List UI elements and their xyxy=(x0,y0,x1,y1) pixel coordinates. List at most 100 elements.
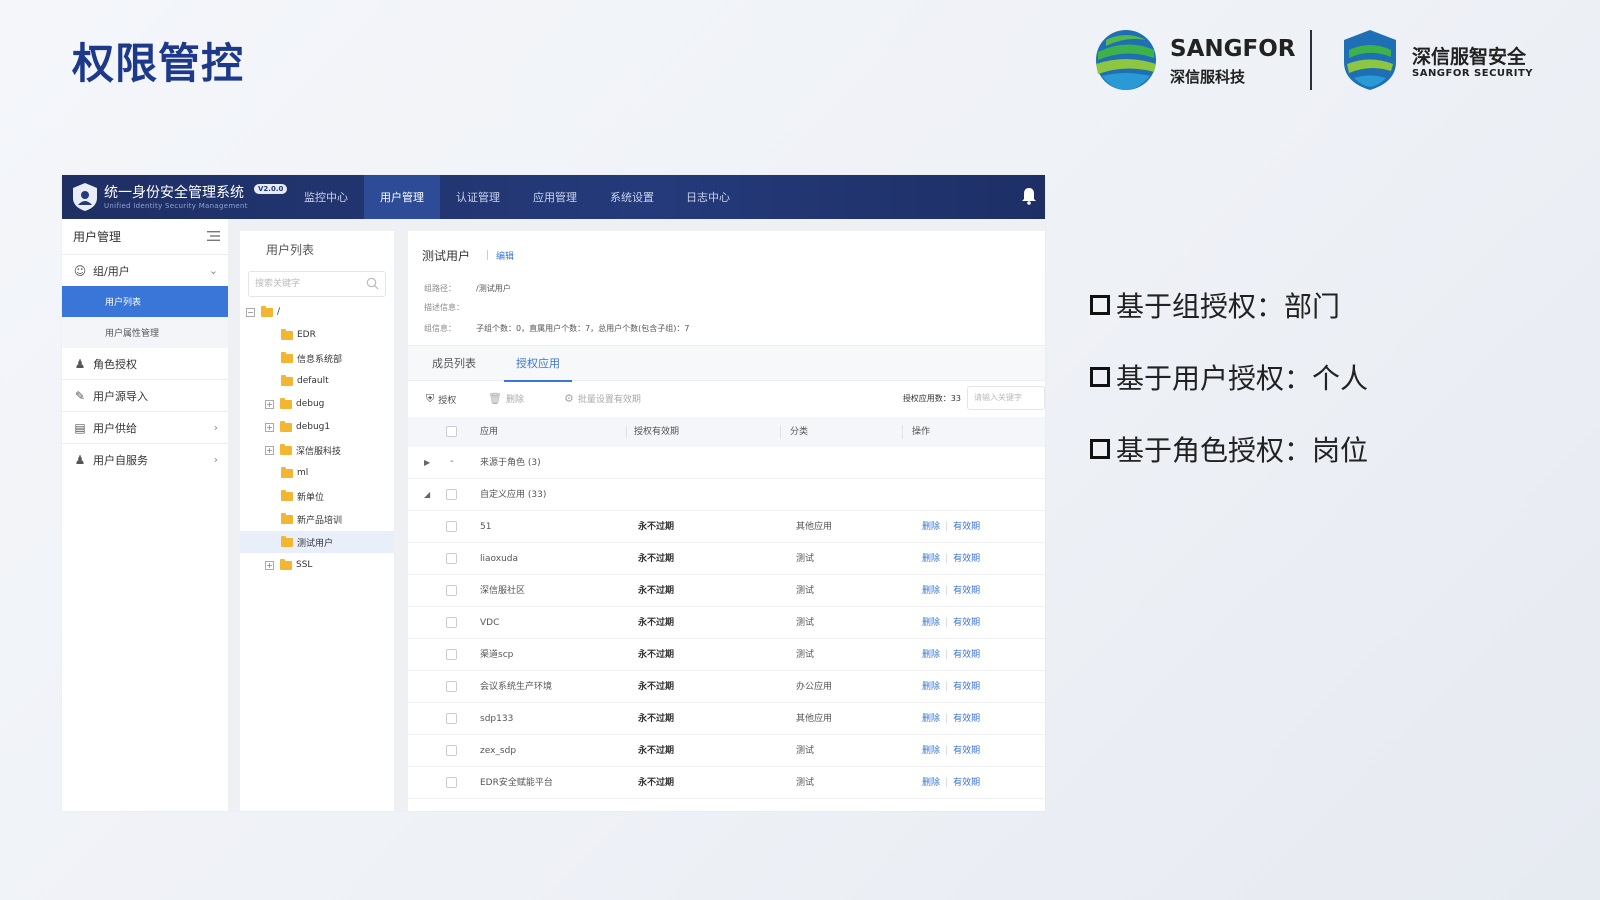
row-checkbox[interactable] xyxy=(446,617,457,628)
sidebar-item-role-auth[interactable]: ♟ 角色授权 xyxy=(62,348,228,379)
trash-icon: 🗑 xyxy=(488,392,502,405)
row-checkbox[interactable] xyxy=(446,649,457,660)
table-group-row[interactable]: ▶ - 来源于角色 (3) xyxy=(408,447,1045,479)
authorized-app-count: 授权应用数：33 xyxy=(902,394,961,403)
sidebar-item-label: 用户供给 xyxy=(93,421,137,435)
info-label: 组路径： xyxy=(424,284,456,293)
delete-link[interactable]: 删除 xyxy=(922,746,940,756)
user-group-icon: ☺ xyxy=(73,263,87,278)
row-checkbox[interactable] xyxy=(446,777,457,788)
cell-category: 测试 xyxy=(796,618,815,628)
nav-system-settings[interactable]: 系统设置 xyxy=(594,175,670,219)
tree-node[interactable]: + 深信服科技 xyxy=(265,439,341,461)
row-checkbox[interactable] xyxy=(446,745,457,756)
select-all-checkbox[interactable] xyxy=(446,426,457,437)
validity-link[interactable]: 有效期 xyxy=(953,618,980,628)
search-icon[interactable] xyxy=(366,277,379,290)
expand-icon[interactable]: + xyxy=(265,445,274,455)
delete-button[interactable]: 🗑 删除 xyxy=(488,392,524,405)
person-icon: ♟ xyxy=(74,356,86,371)
expand-icon[interactable]: + xyxy=(265,560,274,570)
bullet-square-icon xyxy=(1090,367,1110,387)
delete-link[interactable]: 删除 xyxy=(922,682,940,692)
table-row: liaoxuda 永不过期 测试 删除 | 有效期 xyxy=(408,543,1045,575)
group-title: 测试用户 xyxy=(422,249,471,263)
row-checkbox[interactable] xyxy=(446,489,457,500)
batch-validity-button[interactable]: ⚙ 批量设置有效期 xyxy=(564,392,641,405)
delete-link[interactable]: 删除 xyxy=(922,714,940,724)
cell-validity: 永不过期 xyxy=(638,586,675,596)
validity-link[interactable]: 有效期 xyxy=(953,522,980,532)
bullet-square-icon xyxy=(1090,439,1110,459)
sidebar-item-user-import[interactable]: ✎ 用户源导入 xyxy=(62,380,228,411)
validity-link[interactable]: 有效期 xyxy=(953,554,980,564)
tree-node[interactable]: 新单位 xyxy=(281,485,324,507)
tree-node-selected[interactable]: 测试用户 xyxy=(240,531,394,553)
tree-node[interactable]: default xyxy=(281,370,329,392)
delete-link[interactable]: 删除 xyxy=(922,522,940,532)
row-checkbox[interactable] xyxy=(446,553,457,564)
tab-authorized-apps[interactable]: 授权应用 xyxy=(504,346,572,382)
sidebar-subitem-user-list[interactable]: 用户列表 xyxy=(62,286,228,317)
nav-auth-management[interactable]: 认证管理 xyxy=(440,175,516,219)
sidebar-item-user-provision[interactable]: ▤ 用户供给 › xyxy=(62,412,228,443)
folder-icon xyxy=(281,328,293,340)
nav-log-center[interactable]: 日志中心 xyxy=(670,175,746,219)
row-checkbox[interactable] xyxy=(446,585,457,596)
tree-search-input[interactable]: 搜索关键字 xyxy=(248,271,386,297)
table-group-row[interactable]: ◢ 自定义应用 (33) xyxy=(408,479,1045,511)
tree-node[interactable]: ml xyxy=(281,462,308,484)
chevron-down-icon: ⌄ xyxy=(208,264,218,277)
caret-down-icon[interactable]: ◢ xyxy=(424,479,430,511)
version-badge: V2.0.0 xyxy=(254,184,288,194)
row-checkbox[interactable] xyxy=(446,713,457,724)
validity-link[interactable]: 有效期 xyxy=(953,586,980,596)
tree-node-label: debug1 xyxy=(296,422,331,432)
row-checkbox[interactable] xyxy=(446,681,457,692)
validity-link[interactable]: 有效期 xyxy=(953,714,980,724)
tree-node[interactable]: + debug1 xyxy=(265,416,330,438)
sidebar-item-group-user[interactable]: ☺ 组/用户 ⌄ xyxy=(62,255,228,286)
tree-node-root[interactable]: − / xyxy=(246,301,280,323)
validity-link[interactable]: 有效期 xyxy=(953,650,980,660)
sidebar-subitem-user-attributes[interactable]: 用户属性管理 xyxy=(62,317,228,348)
edit-link[interactable]: 编辑 xyxy=(486,249,514,262)
sidebar-item-self-service[interactable]: ♟ 用户自服务 › xyxy=(62,444,228,475)
delete-link[interactable]: 删除 xyxy=(922,586,940,596)
tree-node-label: / xyxy=(277,307,281,317)
tree-search-placeholder: 搜索关键字 xyxy=(255,279,301,289)
collapse-menu-icon[interactable] xyxy=(207,230,220,242)
collapse-icon[interactable]: − xyxy=(246,307,255,317)
tree-node[interactable]: + debug xyxy=(265,393,324,415)
nav-app-management[interactable]: 应用管理 xyxy=(516,175,594,219)
bullet-item: 基于组授权：部门 xyxy=(1090,285,1368,325)
folder-icon xyxy=(280,558,292,570)
tree-node[interactable]: 信息系统部 xyxy=(281,347,342,369)
nav-monitor[interactable]: 监控中心 xyxy=(288,175,364,219)
column-validity: 授权有效期 xyxy=(634,427,680,437)
authorize-button[interactable]: ⛨ 授权 xyxy=(426,392,456,406)
validity-link[interactable]: 有效期 xyxy=(953,778,980,788)
cell-app: zex_sdp xyxy=(480,746,517,756)
validity-link[interactable]: 有效期 xyxy=(953,682,980,692)
delete-link[interactable]: 删除 xyxy=(922,618,940,628)
row-checkbox[interactable] xyxy=(446,521,457,532)
delete-link[interactable]: 删除 xyxy=(922,554,940,564)
delete-link[interactable]: 删除 xyxy=(922,650,940,660)
tab-members[interactable]: 成员列表 xyxy=(432,346,476,382)
expand-icon[interactable]: + xyxy=(265,422,274,432)
caret-right-icon[interactable]: ▶ xyxy=(424,447,430,479)
group-path: 组路径： /测试用户 xyxy=(424,283,511,294)
sidebar: 用户管理 ☺ 组/用户 ⌄ 用户列表 用户属性管理 ♟ 角色授权 ✎ 用户源导入… xyxy=(62,219,228,811)
cell-category: 办公应用 xyxy=(796,682,833,692)
table-search-input[interactable]: 请输入关键字 xyxy=(967,386,1045,410)
tree-node[interactable]: EDR xyxy=(281,324,316,346)
expand-icon[interactable]: + xyxy=(265,399,274,409)
tree-node[interactable]: + SSL xyxy=(265,554,312,576)
tree-node-label: SSL xyxy=(296,560,313,570)
nav-user-management[interactable]: 用户管理 xyxy=(364,175,440,219)
delete-link[interactable]: 删除 xyxy=(922,778,940,788)
tree-node[interactable]: 新产品培训 xyxy=(281,508,342,530)
bell-icon[interactable] xyxy=(1021,187,1037,205)
validity-link[interactable]: 有效期 xyxy=(953,746,980,756)
